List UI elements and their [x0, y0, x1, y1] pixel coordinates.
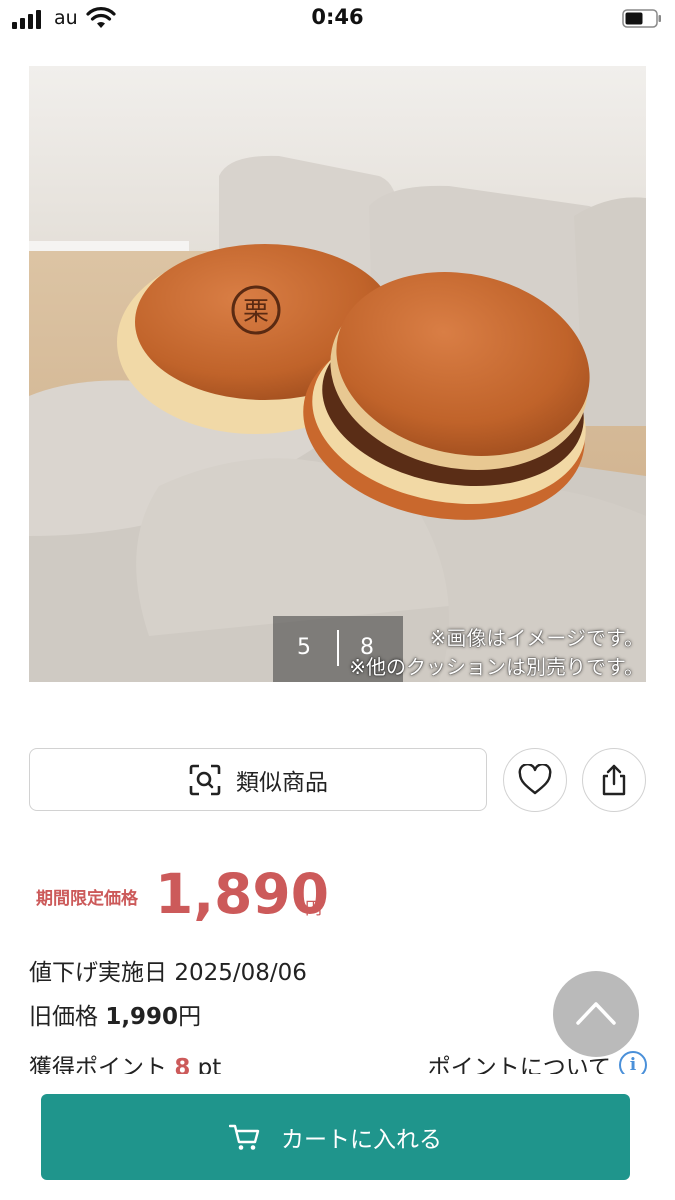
product-photo: 栗: [29, 66, 646, 682]
status-bar: au 0:46: [0, 0, 675, 40]
bottom-bar: カートに入れる: [0, 1074, 675, 1200]
share-icon: [602, 764, 626, 796]
old-price-value: 1,990: [105, 1004, 179, 1030]
product-image[interactable]: 栗 5 8 ※画像はイメージです。 ※他のクッションは別売りです。: [29, 66, 646, 682]
favorite-button[interactable]: [503, 748, 567, 812]
cart-icon: [229, 1124, 260, 1150]
counter-divider: [337, 630, 339, 666]
price-value: 1,890: [155, 862, 329, 926]
add-to-cart-button[interactable]: カートに入れる: [41, 1094, 630, 1180]
similar-products-label: 類似商品: [236, 769, 328, 796]
add-to-cart-label: カートに入れる: [281, 1127, 442, 1153]
price-cut-date: 値下げ実施日 2025/08/06: [29, 953, 307, 987]
emblem-text: 栗: [243, 297, 269, 327]
clock: 0:46: [311, 5, 364, 29]
image-note-2: ※他のクッションは別売りです。: [349, 655, 644, 679]
old-price-unit: 円: [178, 1004, 202, 1030]
image-search-icon: [189, 764, 221, 795]
price-cut-date-value: 2025/08/06: [174, 960, 307, 986]
scroll-to-top-button[interactable]: [553, 971, 639, 1057]
chevron-up-icon: [576, 1002, 616, 1025]
old-price-label: 旧価格: [29, 1004, 98, 1030]
image-note-1: ※画像はイメージです。: [429, 626, 644, 650]
price-unit: 円: [305, 899, 322, 919]
heart-icon: [518, 764, 552, 795]
battery-icon: [622, 9, 661, 28]
current-index: 5: [297, 635, 311, 660]
old-price: 旧価格 1,990円: [29, 997, 201, 1031]
price-cut-date-label: 値下げ実施日: [29, 960, 167, 986]
price-label: 期間限定価格: [36, 889, 138, 909]
similar-products-button[interactable]: 類似商品: [29, 748, 487, 811]
image-notes: ※画像はイメージです。 ※他のクッションは別売りです。: [349, 624, 644, 682]
share-button[interactable]: [582, 748, 646, 812]
